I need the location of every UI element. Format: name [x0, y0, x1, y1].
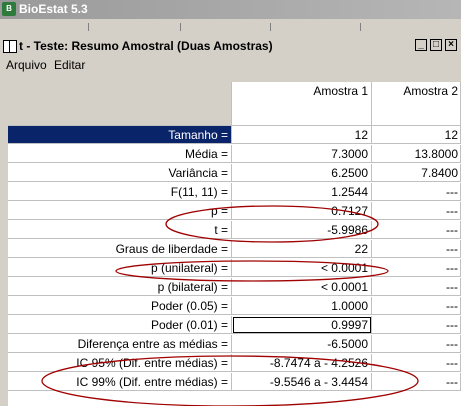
row-label[interactable]: Poder (0.01) = — [8, 316, 232, 334]
value-amostra-2[interactable]: --- — [372, 278, 461, 296]
value-amostra-2[interactable]: --- — [372, 240, 461, 258]
value-amostra-1[interactable]: < 0.0001 — [232, 259, 372, 277]
menu-editar[interactable]: Editar — [54, 56, 85, 74]
maximize-button[interactable]: □ — [430, 39, 442, 51]
table-row[interactable]: IC 95% (Dif. entre médias) = -8.7474 a -… — [8, 354, 461, 373]
book-icon — [3, 40, 17, 53]
value-amostra-2[interactable]: --- — [372, 183, 461, 201]
column-header-amostra-2[interactable]: Amostra 2 — [372, 82, 461, 126]
row-label[interactable]: Tamanho = — [8, 126, 232, 144]
toolbar-separator — [88, 23, 89, 31]
column-header-amostra-1[interactable]: Amostra 1 — [232, 82, 372, 126]
menu-bar: Arquivo Editar — [0, 56, 461, 74]
table-row[interactable]: Poder (0.05) = 1.0000 --- — [8, 297, 461, 316]
value-amostra-1[interactable]: 1.0000 — [232, 297, 372, 315]
table-row[interactable]: Poder (0.01) = 0.9997 --- — [8, 316, 461, 335]
value-amostra-2[interactable]: 12 — [372, 126, 461, 144]
row-label[interactable]: p (bilateral) = — [8, 278, 232, 296]
value-amostra-2[interactable]: --- — [372, 316, 461, 334]
table-row[interactable]: p (bilateral) = < 0.0001 --- — [8, 278, 461, 297]
table-row[interactable]: p = 0.7127 --- — [8, 202, 461, 221]
value-amostra-2[interactable]: --- — [372, 297, 461, 315]
value-amostra-1[interactable]: 0.9997 — [232, 316, 372, 334]
table-row[interactable]: Diferença entre as médias = -6.5000 --- — [8, 335, 461, 354]
value-amostra-2[interactable]: --- — [372, 354, 461, 372]
toolbar-separator — [270, 23, 271, 31]
app-titlebar: B BioEstat 5.3 — [0, 0, 461, 19]
table-row[interactable]: F(11, 11) = 1.2544 --- — [8, 183, 461, 202]
minimize-button[interactable]: _ — [415, 39, 427, 51]
value-amostra-2[interactable]: --- — [372, 373, 461, 391]
value-amostra-1[interactable]: -8.7474 a - 4.2526 — [232, 354, 372, 372]
menu-arquivo[interactable]: Arquivo — [6, 56, 47, 74]
window-title: t - Teste: Resumo Amostral (Duas Amostra… — [19, 39, 273, 53]
close-button[interactable]: × — [445, 39, 457, 51]
row-label[interactable]: Graus de liberdade = — [8, 240, 232, 258]
row-label[interactable]: p = — [8, 202, 232, 220]
value-amostra-1[interactable]: 1.2544 — [232, 183, 372, 201]
table-row[interactable]: Variância = 6.2500 7.8400 — [8, 164, 461, 183]
table-row[interactable]: Média = 7.3000 13.8000 — [8, 145, 461, 164]
row-label[interactable]: p (unilateral) = — [8, 259, 232, 277]
toolbar-separator — [360, 23, 361, 31]
value-amostra-2[interactable]: --- — [372, 259, 461, 277]
value-amostra-2[interactable]: --- — [372, 202, 461, 220]
row-label[interactable]: t = — [8, 221, 232, 239]
value-amostra-1[interactable]: < 0.0001 — [232, 278, 372, 296]
table-row[interactable]: IC 99% (Dif. entre médias) = -9.5546 a -… — [8, 373, 461, 392]
toolbar-strip — [0, 19, 461, 36]
value-amostra-1[interactable]: 0.7127 — [232, 202, 372, 220]
value-amostra-1[interactable]: 6.2500 — [232, 164, 372, 182]
value-amostra-1[interactable]: -6.5000 — [232, 335, 372, 353]
window-titlebar[interactable]: t - Teste: Resumo Amostral (Duas Amostra… — [0, 37, 461, 55]
grid-header-row: Amostra 1 Amostra 2 — [8, 82, 461, 126]
toolbar-separator — [180, 23, 181, 31]
value-amostra-1[interactable]: 12 — [232, 126, 372, 144]
value-amostra-2[interactable]: --- — [372, 221, 461, 239]
results-grid[interactable]: Amostra 1 Amostra 2 Tamanho = 12 12 Médi… — [8, 82, 461, 406]
value-amostra-1[interactable]: -9.5546 a - 3.4454 — [232, 373, 372, 391]
row-label[interactable]: IC 95% (Dif. entre médias) = — [8, 354, 232, 372]
table-row[interactable]: t = -5.9986 --- — [8, 221, 461, 240]
row-label[interactable]: Variância = — [8, 164, 232, 182]
table-row[interactable]: Graus de liberdade = 22 --- — [8, 240, 461, 259]
table-row[interactable]: p (unilateral) = < 0.0001 --- — [8, 259, 461, 278]
value-amostra-1[interactable]: 22 — [232, 240, 372, 258]
app-title: BioEstat 5.3 — [19, 2, 88, 16]
row-label[interactable]: Média = — [8, 145, 232, 163]
row-label[interactable]: IC 99% (Dif. entre médias) = — [8, 373, 232, 391]
value-amostra-1[interactable]: -5.9986 — [232, 221, 372, 239]
row-label[interactable]: Diferença entre as médias = — [8, 335, 232, 353]
row-label[interactable]: Poder (0.05) = — [8, 297, 232, 315]
table-row[interactable]: Tamanho = 12 12 — [8, 126, 461, 145]
value-amostra-1[interactable]: 7.3000 — [232, 145, 372, 163]
bioestat-app-icon: B — [2, 2, 16, 16]
value-amostra-2[interactable]: --- — [372, 335, 461, 353]
value-amostra-2[interactable]: 7.8400 — [372, 164, 461, 182]
row-label[interactable]: F(11, 11) = — [8, 183, 232, 201]
value-amostra-2[interactable]: 13.8000 — [372, 145, 461, 163]
grid-corner-cell — [8, 82, 232, 126]
